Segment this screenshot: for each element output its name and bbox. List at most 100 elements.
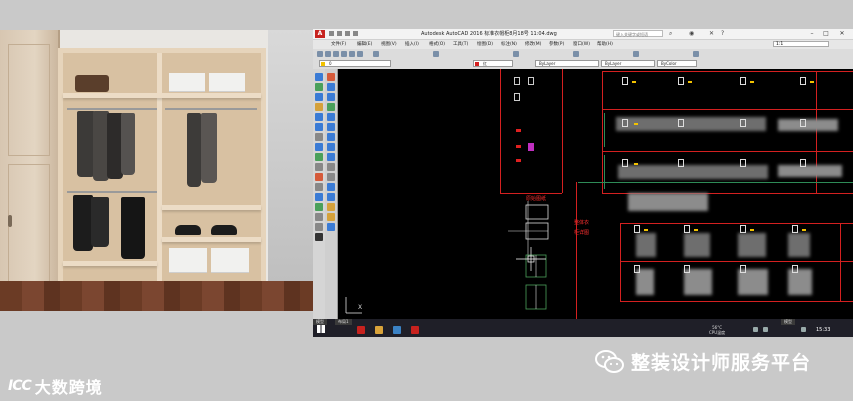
paste-icon[interactable]	[357, 51, 363, 57]
copy-tool-icon[interactable]	[327, 83, 335, 91]
cad-marker	[750, 229, 754, 231]
extend-tool-icon[interactable]	[327, 173, 335, 181]
cad-marker	[694, 229, 698, 231]
point-tool-icon[interactable]	[315, 183, 323, 191]
hatch-tool-icon[interactable]	[315, 193, 323, 201]
table-tool-icon[interactable]	[315, 223, 323, 231]
rectangle-tool-icon[interactable]	[315, 103, 323, 111]
search-input[interactable]: 键入关键字或短语	[613, 30, 663, 37]
scale-tool-icon[interactable]	[327, 143, 335, 151]
polyline-tool-icon[interactable]	[315, 83, 323, 91]
zoom-icon[interactable]	[325, 51, 331, 57]
revcloud-tool-icon[interactable]	[315, 133, 323, 141]
text-style-icon[interactable]	[573, 51, 579, 57]
arc-tool-icon[interactable]	[315, 113, 323, 121]
color-value: 红	[483, 61, 487, 66]
menu-dimension[interactable]: 标注(N)	[501, 41, 517, 47]
menu-edit[interactable]: 编辑(E)	[357, 41, 372, 47]
region-tool-icon[interactable]	[315, 213, 323, 221]
windows-start-icon[interactable]	[317, 325, 325, 333]
network-icon[interactable]	[753, 327, 758, 332]
scale-dropdown[interactable]: 1:1	[773, 41, 829, 47]
lineweight-dropdown[interactable]: ByLayer	[601, 60, 655, 67]
browser-taskbar-icon[interactable]	[393, 326, 401, 334]
menu-params[interactable]: 参数(P)	[549, 41, 564, 47]
join-tool-icon[interactable]	[327, 193, 335, 201]
pan-icon[interactable]	[317, 51, 323, 57]
close-button[interactable]: ✕	[837, 30, 847, 37]
drawing-canvas[interactable]: 原始图纸 整体衣 柜详图 X	[338, 69, 853, 319]
explorer-taskbar-icon[interactable]	[375, 326, 383, 334]
linetype-dropdown[interactable]: ByLayer	[535, 60, 599, 67]
notification-icon[interactable]	[801, 327, 806, 332]
plotstyle-dropdown[interactable]: ByColor	[657, 60, 697, 67]
trim-tool-icon[interactable]	[327, 163, 335, 171]
offset-tool-icon[interactable]	[327, 103, 335, 111]
polygon-tool-icon[interactable]	[315, 93, 323, 101]
redacted-block	[778, 119, 838, 131]
break-tool-icon[interactable]	[327, 183, 335, 191]
match-props-icon[interactable]	[373, 51, 379, 57]
color-dropdown[interactable]: 红	[473, 60, 513, 67]
cut-icon[interactable]	[341, 51, 347, 57]
minimize-button[interactable]: –	[807, 30, 817, 37]
make-block-icon[interactable]	[315, 173, 323, 181]
save-icon[interactable]	[345, 31, 350, 36]
menu-insert[interactable]: 插入(I)	[405, 41, 419, 47]
copy-icon[interactable]	[349, 51, 355, 57]
rotate-tool-icon[interactable]	[327, 133, 335, 141]
help-icon[interactable]: ?	[721, 31, 724, 37]
tab-layout1[interactable]: 布局1	[335, 319, 352, 325]
cad-fixture	[800, 77, 806, 85]
properties-icon[interactable]	[513, 51, 519, 57]
fillet-tool-icon[interactable]	[327, 213, 335, 221]
binoculars-icon[interactable]: ⌕	[669, 31, 672, 37]
redacted-block	[628, 193, 708, 211]
maximize-button[interactable]: □	[821, 30, 831, 37]
title-bar: A Autodesk AutoCAD 2016 标准衣帽柜8月18号 11:04…	[313, 29, 853, 40]
menu-file[interactable]: 文件(F)	[331, 41, 346, 47]
stretch-tool-icon[interactable]	[327, 153, 335, 161]
array-tool-icon[interactable]	[327, 113, 335, 121]
redacted-block	[788, 233, 810, 257]
gradient-tool-icon[interactable]	[315, 203, 323, 211]
user-icon[interactable]: ◉	[689, 31, 694, 37]
menu-window[interactable]: 窗口(W)	[573, 41, 590, 47]
exchange-icon[interactable]: ✕	[709, 31, 714, 37]
move-tool-icon[interactable]	[327, 123, 335, 131]
explode-tool-icon[interactable]	[327, 223, 335, 231]
menu-format[interactable]: 格式(O)	[429, 41, 445, 47]
insert-block-icon[interactable]	[315, 163, 323, 171]
open-file-icon[interactable]	[337, 31, 342, 36]
layer-dropdown[interactable]: 0	[319, 60, 391, 67]
menu-draw[interactable]: 绘图(D)	[477, 41, 493, 47]
menu-bar: 文件(F) 编辑(E) 视图(V) 插入(I) 格式(O) 工具(T) 绘图(D…	[313, 40, 853, 49]
menu-view[interactable]: 视图(V)	[381, 41, 397, 47]
dim-style-icon[interactable]	[633, 51, 639, 57]
undo-icon[interactable]	[353, 31, 358, 36]
cad-fixture	[800, 159, 806, 167]
table-style-icon[interactable]	[693, 51, 699, 57]
autocad-taskbar-icon[interactable]	[357, 326, 365, 334]
circle-tool-icon[interactable]	[315, 123, 323, 131]
menu-modify[interactable]: 修改(M)	[525, 41, 541, 47]
mirror-tool-icon[interactable]	[327, 93, 335, 101]
acad-doc-taskbar-icon[interactable]	[411, 326, 419, 334]
orbit-icon[interactable]	[333, 51, 339, 57]
ellipse-tool-icon[interactable]	[315, 153, 323, 161]
spline-tool-icon[interactable]	[315, 143, 323, 151]
new-file-icon[interactable]	[329, 31, 334, 36]
cad-marker	[516, 159, 521, 162]
volume-icon[interactable]	[763, 327, 768, 332]
autocad-logo-icon[interactable]: A	[315, 30, 325, 38]
line-tool-icon[interactable]	[315, 73, 323, 81]
mtext-tool-icon[interactable]	[315, 233, 323, 241]
menu-help[interactable]: 帮助(H)	[597, 41, 613, 47]
watermark-right: 整装设计师服务平台	[595, 348, 811, 375]
menu-tools[interactable]: 工具(T)	[453, 41, 468, 47]
erase-tool-icon[interactable]	[327, 73, 335, 81]
model-space-button[interactable]: 模型	[781, 319, 795, 325]
layer-props-icon[interactable]	[433, 51, 439, 57]
chamfer-tool-icon[interactable]	[327, 203, 335, 211]
brand-name: 大数跨境	[34, 378, 103, 397]
